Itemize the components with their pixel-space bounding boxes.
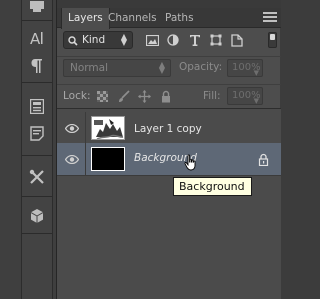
side-toolbar: A [0,0,56,299]
lock-transparent-icon[interactable] [96,90,109,103]
paragraph-icon[interactable] [26,55,48,77]
3d-cube-icon[interactable] [26,205,48,227]
fill-label: Fill: [203,90,221,102]
lock-icon [258,153,270,167]
lock-all-icon[interactable] [159,90,172,103]
eye-icon[interactable] [64,121,80,135]
shape-filter-icon[interactable] [209,33,223,47]
panel-tab-bar: Layers Channels Paths [57,8,281,29]
dropdown-arrow-icon: ▼ [253,69,259,77]
blend-mode-value: Normal [70,62,108,74]
lock-label: Lock: [63,90,91,102]
layer-row-layer-1-copy[interactable]: Layer 1 copy [57,112,281,145]
fill-input[interactable]: 100% ▼ [227,87,263,105]
panel-menu-icon[interactable] [263,12,277,24]
character-icon[interactable]: A [26,27,48,49]
type-filter-icon[interactable] [188,33,202,47]
filter-toggle-switch[interactable] [268,32,277,48]
properties-icon[interactable] [26,95,48,117]
layer-row-background[interactable]: Background [57,143,281,176]
tools-icon[interactable] [26,166,48,188]
filter-kind-select[interactable]: Kind ▲ ▼ [63,31,133,49]
search-icon [68,35,78,51]
eye-icon[interactable] [64,152,80,166]
tab-channels[interactable]: Channels [102,8,163,28]
layers-list: Layer 1 copy Background [57,108,281,299]
opacity-label: Opacity: [179,61,223,73]
svg-text:A: A [30,30,41,47]
dropdown-arrow-icon: ▼ [253,97,259,105]
blend-mode-select[interactable]: Normal ▲ ▼ [63,59,171,77]
layer-filter-row: Kind ▲ ▼ [57,29,281,51]
adjustment-filter-icon[interactable] [166,33,180,47]
pixel-filter-icon[interactable] [145,33,159,47]
updown-arrow-icon: ▲ ▼ [158,60,165,75]
panel-header-strip [57,0,281,8]
lock-position-icon[interactable] [138,90,151,103]
hand-cursor-icon [184,154,198,174]
layer-thumbnail [91,147,125,171]
updown-arrow-icon: ▲ ▼ [120,32,127,47]
panel-tool-icon[interactable] [26,0,48,18]
layer-name: Layer 1 copy [134,123,202,135]
lock-row: Lock: Fill: 100% ▼ [57,84,281,106]
filter-kind-label: Kind [82,34,106,46]
layers-panel: Layers Channels Paths Kind ▲ ▼ Normal ▲ … [56,0,281,299]
notes-icon[interactable] [26,122,48,144]
layer-thumbnail [91,116,125,140]
smart-object-filter-icon[interactable] [230,33,244,47]
layer-tooltip: Background [173,177,252,196]
tab-paths[interactable]: Paths [159,8,200,28]
lock-image-icon[interactable] [117,90,130,103]
blend-row: Normal ▲ ▼ Opacity: 100% ▼ [57,56,281,78]
opacity-input[interactable]: 100% ▼ [227,59,263,77]
